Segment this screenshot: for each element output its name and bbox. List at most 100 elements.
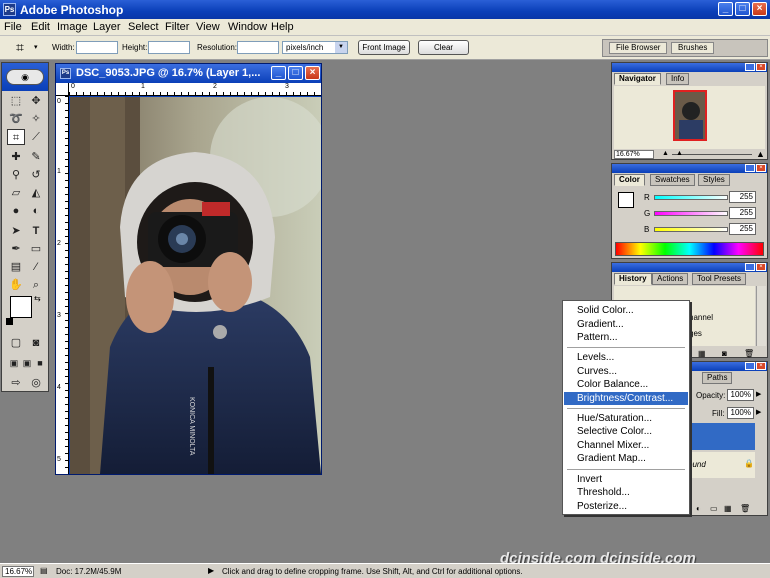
zoom-slider-handle[interactable]: ▲: [676, 150, 683, 157]
type-tool-icon[interactable]: T: [27, 223, 45, 239]
panel-close-button[interactable]: ×: [756, 63, 766, 71]
menu-item-selective-color[interactable]: Selective Color...: [564, 425, 688, 438]
history-scrollbar[interactable]: [756, 286, 766, 346]
menu-item-channel-mixer[interactable]: Channel Mixer...: [564, 439, 688, 452]
tab-styles[interactable]: Styles: [698, 174, 730, 186]
swap-colors-icon[interactable]: ⇆: [34, 294, 41, 303]
menu-edit[interactable]: Edit: [31, 21, 50, 33]
menu-item-color-balance[interactable]: Color Balance...: [564, 378, 688, 391]
quick-mask-icon[interactable]: ◙: [27, 335, 45, 351]
tab-paths[interactable]: Paths: [702, 372, 733, 384]
document-canvas-photo[interactable]: KONICA MINOLTA: [70, 97, 321, 474]
marquee-tool-icon[interactable]: ⬚: [7, 93, 25, 109]
blue-value[interactable]: 255: [729, 223, 756, 235]
green-value[interactable]: 255: [729, 207, 756, 219]
eraser-tool-icon[interactable]: ▱: [7, 185, 25, 201]
close-button[interactable]: ×: [752, 2, 767, 16]
menu-item-brightness-contrast[interactable]: Brightness/Contrast...: [564, 392, 688, 405]
opacity-value[interactable]: 100%: [727, 389, 754, 401]
standard-mode-icon[interactable]: ▢: [7, 335, 25, 351]
lasso-tool-icon[interactable]: ➰: [7, 111, 25, 127]
menu-item-gradient-map[interactable]: Gradient Map...: [564, 452, 688, 465]
panel-close-button[interactable]: ×: [756, 362, 766, 370]
paint-bucket-icon[interactable]: ◭: [27, 185, 45, 201]
clone-stamp-icon[interactable]: ⚲: [7, 167, 25, 183]
resolution-units-select[interactable]: pixels/inch ▼: [282, 41, 348, 54]
menu-item-hue-saturation[interactable]: Hue/Saturation...: [564, 412, 688, 425]
red-value[interactable]: 255: [729, 191, 756, 203]
fill-value[interactable]: 100%: [727, 407, 754, 419]
move-tool-icon[interactable]: ✥: [27, 93, 45, 109]
panel-close-button[interactable]: ×: [756, 164, 766, 172]
layer-set-icon[interactable]: ▭: [710, 504, 718, 513]
default-colors-icon[interactable]: [6, 318, 13, 325]
tool-preset-dropdown-icon[interactable]: ▾: [34, 43, 38, 51]
menu-item-pattern[interactable]: Pattern...: [564, 331, 688, 344]
menu-view[interactable]: View: [196, 21, 220, 33]
eyedropper-icon[interactable]: ⁄: [27, 259, 45, 275]
new-layer-icon[interactable]: ▦: [724, 504, 732, 513]
hand-tool-icon[interactable]: ✋: [7, 277, 25, 293]
pen-tool-icon[interactable]: ✒: [7, 241, 25, 257]
panel-minimize-button[interactable]: [745, 63, 755, 71]
tab-color[interactable]: Color: [614, 174, 645, 186]
panel-header[interactable]: ×: [612, 263, 767, 272]
zoom-tool-icon[interactable]: ⌕: [27, 277, 45, 293]
tab-navigator[interactable]: Navigator: [614, 73, 661, 85]
menu-item-curves[interactable]: Curves...: [564, 365, 688, 378]
shape-tool-icon[interactable]: ▭: [27, 241, 45, 257]
front-image-button[interactable]: Front Image: [358, 40, 410, 55]
screen-mode-full-icon[interactable]: ■: [31, 355, 49, 371]
history-brush-icon[interactable]: ↺: [27, 167, 45, 183]
history-row[interactable]: hannel: [689, 313, 713, 322]
path-select-icon[interactable]: ➤: [7, 223, 25, 239]
panel-minimize-button[interactable]: [745, 263, 755, 271]
status-menu-arrow-icon[interactable]: ▶: [208, 566, 214, 575]
maximize-button[interactable]: □: [735, 2, 750, 16]
fill-arrow-icon[interactable]: ▶: [756, 408, 761, 416]
menu-item-gradient[interactable]: Gradient...: [564, 318, 688, 331]
height-input[interactable]: [148, 41, 190, 54]
navigator-zoom-value[interactable]: 16.67%: [614, 150, 654, 159]
zoom-out-icon[interactable]: ▲: [662, 150, 669, 157]
width-input[interactable]: [76, 41, 118, 54]
blue-slider[interactable]: [654, 227, 728, 232]
menu-item-posterize[interactable]: Posterize...: [564, 500, 688, 513]
menu-item-solid-color[interactable]: Solid Color...: [564, 304, 688, 317]
red-slider[interactable]: [654, 195, 728, 200]
menu-item-invert[interactable]: Invert: [564, 473, 688, 486]
doc-maximize-button[interactable]: □: [288, 66, 303, 80]
imageready-icon[interactable]: ◎: [27, 375, 45, 391]
panel-close-button[interactable]: ×: [756, 263, 766, 271]
dodge-tool-icon[interactable]: ◐: [27, 203, 45, 219]
brush-tool-icon[interactable]: ✎: [27, 149, 45, 165]
panel-header[interactable]: ×: [612, 63, 767, 72]
tab-history[interactable]: History: [614, 273, 652, 285]
trash-icon[interactable]: 🗑: [744, 349, 754, 358]
menu-image[interactable]: Image: [57, 21, 88, 33]
document-title-bar[interactable]: Ps DSC_9053.JPG @ 16.7% (Layer 1,... _ □…: [56, 64, 321, 83]
green-slider[interactable]: [654, 211, 728, 216]
tab-actions[interactable]: Actions: [652, 273, 689, 285]
panel-minimize-button[interactable]: [745, 164, 755, 172]
color-foreground-swatch[interactable]: [618, 192, 634, 208]
menu-help[interactable]: Help: [271, 21, 294, 33]
menu-select[interactable]: Select: [128, 21, 159, 33]
navigator-thumbnail[interactable]: [673, 90, 707, 141]
crop-tool-icon[interactable]: ⌗: [7, 129, 25, 145]
horizontal-ruler[interactable]: 0 1 2 3: [69, 83, 321, 96]
delete-layer-icon[interactable]: 🗑: [740, 504, 750, 513]
adobe-online-icon[interactable]: ◉: [6, 69, 44, 85]
tab-tool-presets[interactable]: Tool Presets: [692, 273, 747, 285]
notes-tool-icon[interactable]: ▤: [7, 259, 25, 275]
menu-layer[interactable]: Layer: [93, 21, 121, 33]
color-spectrum-bar[interactable]: [615, 242, 764, 256]
clear-button[interactable]: Clear: [418, 40, 469, 55]
blur-tool-icon[interactable]: ●: [7, 203, 25, 219]
new-adjustment-layer-icon[interactable]: ◐: [696, 504, 701, 513]
crop-tool-icon[interactable]: ⌗: [16, 39, 24, 56]
menu-filter[interactable]: Filter: [165, 21, 189, 33]
magic-wand-icon[interactable]: ✧: [27, 111, 45, 127]
jump-to-imageready-icon[interactable]: ⇨: [7, 375, 25, 391]
panel-minimize-button[interactable]: [745, 362, 755, 370]
